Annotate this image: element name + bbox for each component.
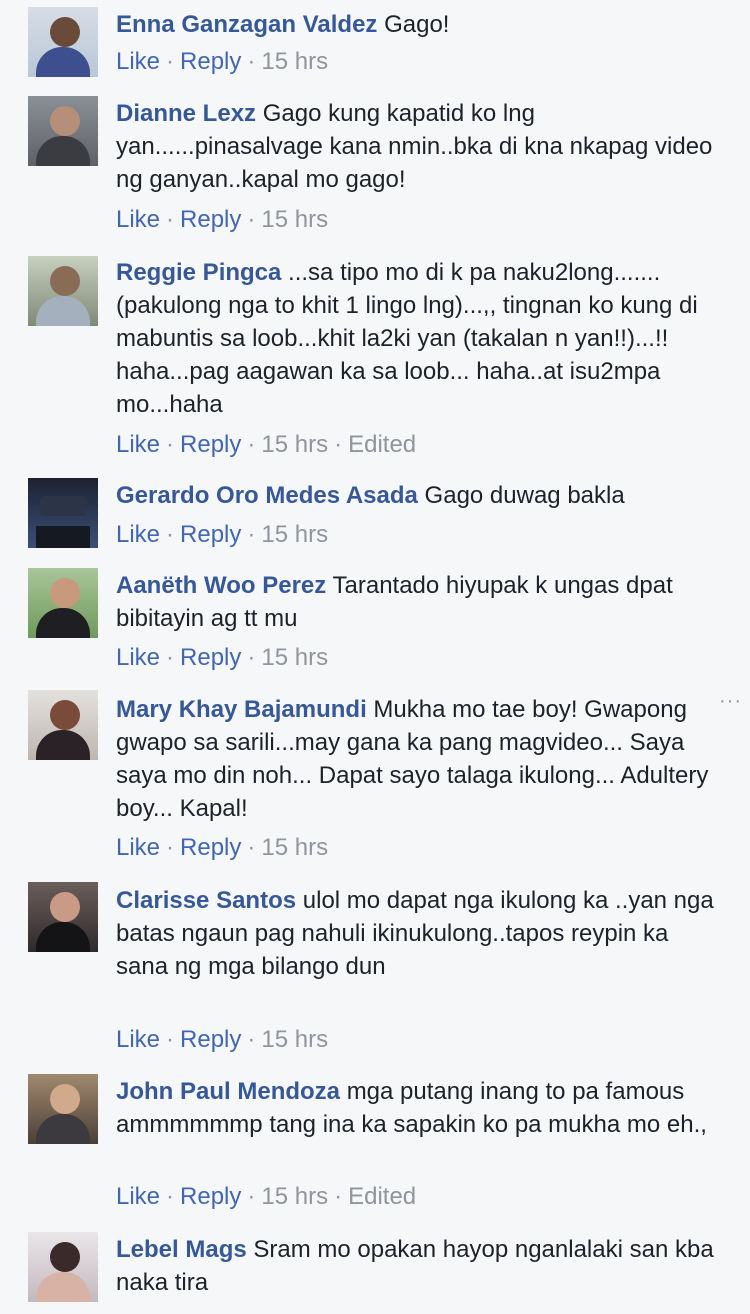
separator: · — [166, 644, 175, 671]
separator: · — [166, 48, 175, 75]
separator: · — [247, 48, 256, 75]
comment-body: Reggie Pingca ...sa tipo mo di k pa naku… — [116, 256, 716, 421]
separator: · — [247, 834, 256, 861]
comment-body: Enna Ganzagan Valdez Gago! — [116, 8, 716, 41]
comment-body: Lebel Mags Sram mo opakan hayop nganlala… — [116, 1233, 716, 1299]
comment-text: Gago duwag bakla — [424, 482, 625, 509]
comment-timestamp[interactable]: 15 hrs — [261, 521, 328, 548]
reply-button[interactable]: Reply — [180, 644, 241, 671]
comment-timestamp[interactable]: 15 hrs — [261, 431, 328, 458]
like-button[interactable]: Like — [116, 1183, 160, 1210]
comment-author[interactable]: Dianne Lexz — [116, 100, 256, 127]
comment-author[interactable]: Aanëth Woo Perez — [116, 572, 326, 599]
separator: · — [247, 431, 256, 458]
more-options-icon[interactable]: ··· — [719, 690, 742, 713]
like-button[interactable]: Like — [116, 431, 160, 458]
avatar[interactable] — [28, 690, 98, 760]
comment-author[interactable]: Gerardo Oro Medes Asada — [116, 482, 418, 509]
comment-actions: Like · Reply · 15 hrs — [116, 832, 328, 864]
reply-button[interactable]: Reply — [180, 206, 241, 233]
avatar[interactable] — [28, 568, 98, 638]
comment-actions: Like · Reply · 15 hrs · Edited — [116, 429, 416, 461]
comment-author[interactable]: Reggie Pingca — [116, 259, 281, 286]
comment-body: Aanëth Woo Perez Tarantado hiyupak k ung… — [116, 569, 716, 635]
comment-body: John Paul Mendoza mga putang inang to pa… — [116, 1075, 716, 1141]
avatar[interactable] — [28, 96, 98, 166]
comment-text: Gago! — [384, 11, 450, 38]
like-button[interactable]: Like — [116, 1026, 160, 1053]
comment-body: Mary Khay Bajamundi Mukha mo tae boy! Gw… — [116, 693, 716, 825]
separator: · — [166, 206, 175, 233]
separator: · — [247, 206, 256, 233]
comment-actions: Like · Reply · 15 hrs — [116, 1024, 328, 1056]
comment-timestamp[interactable]: 15 hrs — [261, 48, 328, 75]
avatar[interactable] — [28, 882, 98, 952]
like-button[interactable]: Like — [116, 521, 160, 548]
reply-button[interactable]: Reply — [180, 48, 241, 75]
separator: · — [334, 431, 343, 458]
reply-button[interactable]: Reply — [180, 1183, 241, 1210]
avatar[interactable] — [28, 478, 98, 548]
comment-timestamp[interactable]: 15 hrs — [261, 834, 328, 861]
comment-body: Clarisse Santos ulol mo dapat nga ikulon… — [116, 884, 716, 983]
separator: · — [247, 521, 256, 548]
reply-button[interactable]: Reply — [180, 521, 241, 548]
comment-author[interactable]: Mary Khay Bajamundi — [116, 696, 367, 723]
separator: · — [166, 1183, 175, 1210]
separator: · — [166, 1026, 175, 1053]
reply-button[interactable]: Reply — [180, 834, 241, 861]
comment-timestamp[interactable]: 15 hrs — [261, 1183, 328, 1210]
comment-actions: Like · Reply · 15 hrs — [116, 519, 328, 551]
separator: · — [247, 1183, 256, 1210]
comment-timestamp[interactable]: 15 hrs — [261, 206, 328, 233]
avatar[interactable] — [28, 1232, 98, 1302]
separator: · — [334, 1183, 343, 1210]
separator: · — [166, 834, 175, 861]
comment-actions: Like · Reply · 15 hrs · Edited — [116, 1181, 416, 1213]
comment-author[interactable]: Lebel Mags — [116, 1236, 247, 1263]
comment-actions: Like · Reply · 15 hrs — [116, 204, 328, 236]
like-button[interactable]: Like — [116, 644, 160, 671]
like-button[interactable]: Like — [116, 48, 160, 75]
comment-body: Dianne Lexz Gago kung kapatid ko lng yan… — [116, 97, 716, 196]
separator: · — [247, 1026, 256, 1053]
comment-author[interactable]: Clarisse Santos — [116, 887, 296, 914]
comment-author[interactable]: Enna Ganzagan Valdez — [116, 11, 377, 38]
edited-label[interactable]: Edited — [348, 1183, 416, 1210]
like-button[interactable]: Like — [116, 206, 160, 233]
separator: · — [166, 431, 175, 458]
comment-actions: Like · Reply · 15 hrs — [116, 46, 328, 78]
separator: · — [247, 644, 256, 671]
like-button[interactable]: Like — [116, 834, 160, 861]
reply-button[interactable]: Reply — [180, 431, 241, 458]
comment-timestamp[interactable]: 15 hrs — [261, 1026, 328, 1053]
avatar[interactable] — [28, 256, 98, 326]
avatar[interactable] — [28, 1074, 98, 1144]
comment-body: Gerardo Oro Medes Asada Gago duwag bakla — [116, 479, 716, 512]
reply-button[interactable]: Reply — [180, 1026, 241, 1053]
separator: · — [166, 521, 175, 548]
comment-author[interactable]: John Paul Mendoza — [116, 1078, 340, 1105]
comment-actions: Like · Reply · 15 hrs — [116, 642, 328, 674]
comment-timestamp[interactable]: 15 hrs — [261, 644, 328, 671]
edited-label[interactable]: Edited — [348, 431, 416, 458]
avatar[interactable] — [28, 7, 98, 77]
